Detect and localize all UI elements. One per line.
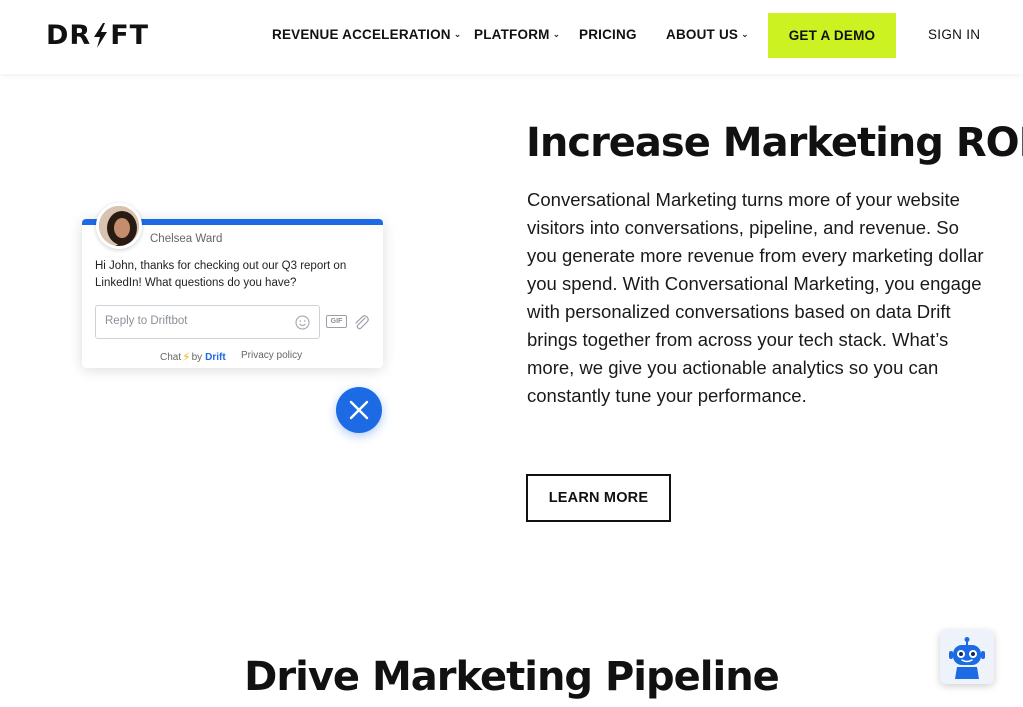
- nav-item-pricing[interactable]: PRICING: [579, 27, 637, 42]
- sign-in-link[interactable]: SIGN IN: [928, 27, 980, 42]
- get-a-demo-button[interactable]: GET A DEMO: [768, 13, 896, 58]
- learn-more-button[interactable]: LEARN MORE: [526, 474, 671, 522]
- agent-name: Chelsea Ward: [150, 233, 223, 245]
- nav-item-about-us[interactable]: ABOUT US ⌄: [666, 27, 749, 42]
- close-icon: [349, 400, 369, 420]
- gif-icon[interactable]: GIF: [326, 315, 347, 328]
- chatbot-launcher[interactable]: [940, 630, 994, 684]
- privacy-policy-link[interactable]: Privacy policy: [241, 350, 302, 361]
- emoji-icon[interactable]: [295, 315, 310, 330]
- nav-item-revenue-acceleration[interactable]: REVENUE ACCELERATION ⌄: [272, 27, 462, 42]
- chat-close-button[interactable]: [336, 387, 382, 433]
- section-title: Drive Marketing Pipeline: [244, 654, 780, 700]
- lightning-icon: ⚡: [182, 350, 191, 364]
- powered-by-drift[interactable]: Chat ⚡ by Drift: [160, 350, 226, 364]
- site-header: DR FT REVENUE ACCELERATION ⌄ PLATFORM ⌄ PR…: [0, 0, 1023, 74]
- paperclip-icon[interactable]: [352, 313, 370, 331]
- nav-item-platform[interactable]: PLATFORM ⌄: [474, 27, 560, 42]
- main-nav: REVENUE ACCELERATION ⌄ PLATFORM ⌄ PRICING …: [0, 0, 1023, 74]
- reply-input[interactable]: [105, 315, 285, 327]
- agent-avatar: [96, 203, 142, 249]
- chat-message: Hi John, thanks for checking out our Q3 …: [95, 260, 347, 289]
- hero-body: Conversational Marketing turns more of y…: [527, 189, 984, 406]
- robot-icon: [949, 637, 985, 679]
- reply-box[interactable]: [95, 305, 320, 339]
- hero-title: Increase Marketing ROI: [526, 120, 1023, 166]
- chevron-down-icon: ⌄: [453, 29, 462, 39]
- chevron-down-icon: ⌄: [741, 29, 749, 39]
- chevron-down-icon: ⌄: [552, 29, 561, 39]
